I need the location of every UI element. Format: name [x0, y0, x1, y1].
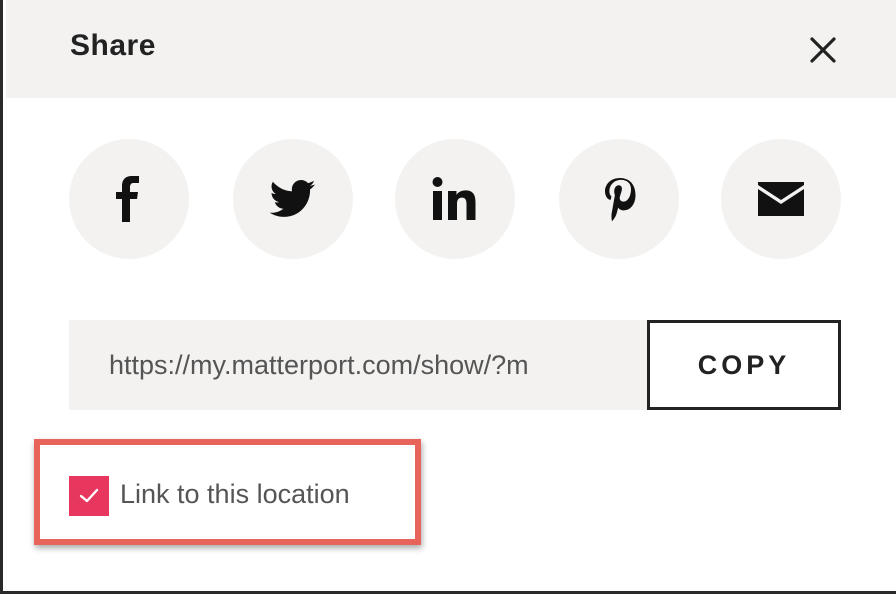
- share-twitter-button[interactable]: [233, 139, 353, 259]
- dialog-header: Share: [6, 0, 896, 98]
- share-facebook-button[interactable]: [69, 139, 189, 259]
- share-url-field[interactable]: https://my.matterport.com/show/?m: [69, 320, 649, 410]
- share-url-text: https://my.matterport.com/show/?m: [109, 349, 529, 380]
- copy-button[interactable]: COPY: [647, 320, 841, 410]
- link-to-location-label: Link to this location: [120, 479, 350, 509]
- share-email-button[interactable]: [721, 139, 841, 259]
- share-dialog: Share https://my.matterport.com/show/?m …: [0, 0, 896, 594]
- link-to-location-checkbox[interactable]: [69, 476, 109, 516]
- share-linkedin-button[interactable]: [395, 139, 515, 259]
- envelope-icon: [758, 182, 804, 216]
- twitter-icon: [270, 180, 316, 217]
- share-pinterest-button[interactable]: [559, 139, 679, 259]
- close-icon: [810, 37, 836, 63]
- facebook-icon: [116, 176, 139, 222]
- checkmark-icon: [79, 488, 99, 503]
- pinterest-icon: [605, 178, 636, 222]
- close-button[interactable]: [803, 30, 843, 70]
- dialog-title: Share: [70, 29, 156, 62]
- linkedin-icon: [432, 177, 476, 220]
